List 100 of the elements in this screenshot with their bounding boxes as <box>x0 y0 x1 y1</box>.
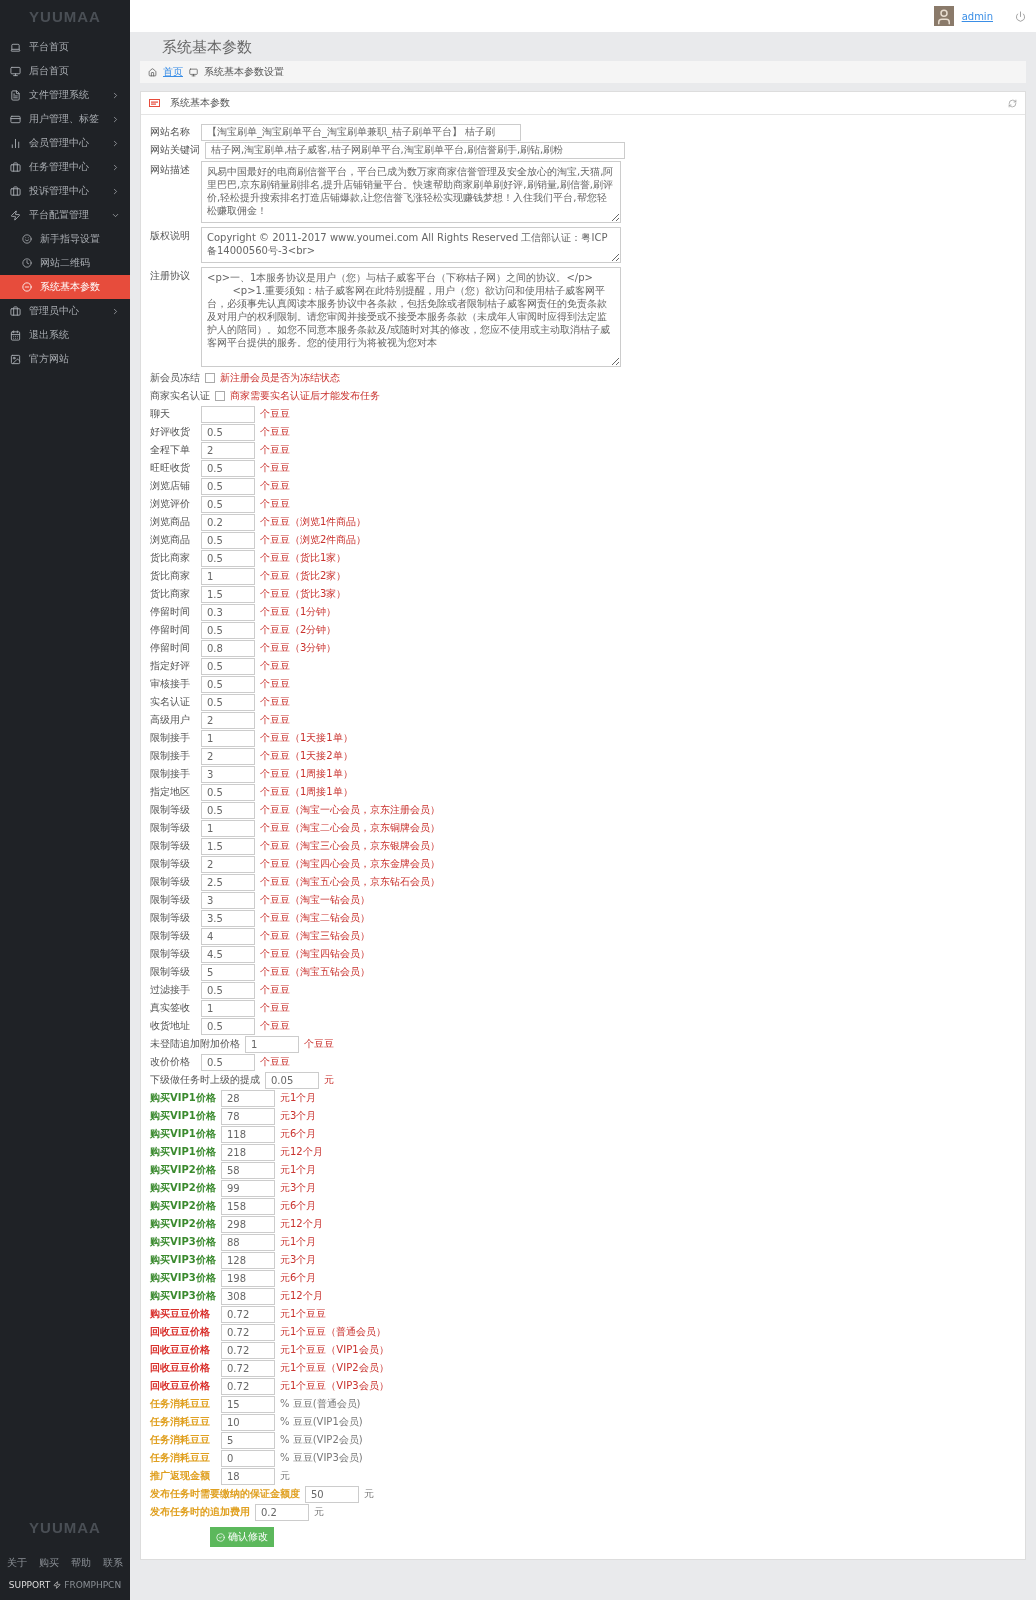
number-field[interactable]: 2 <box>201 711 255 729</box>
number-field[interactable]: 0.5 <box>201 621 255 639</box>
number-field[interactable]: 0.5 <box>201 675 255 693</box>
footer-link[interactable]: 购买 <box>39 1556 59 1570</box>
number-field[interactable]: 5 <box>201 963 255 981</box>
sidebar-item[interactable]: 投诉管理中心 <box>0 179 130 203</box>
sidebar-item[interactable]: 用户管理、标签 <box>0 107 130 131</box>
number-field[interactable]: 1 <box>201 819 255 837</box>
number-field[interactable]: 158 <box>221 1197 275 1215</box>
text-area[interactable]: <p>一、1本服务协议是用户（您）与桔子威客平台（下称桔子网）之间的协议。</p> <p>1.重要须知：桔子威客网在此特别提醒，用户（您）欲访问和使用桔子威客网平台，必须事先认真阅读本服务协议中各条款，包括免除或者限制桔子威客网责任的免责条款及对用户的权利限制。请您审阅并接受或不接受本服务条款（未成年人审阅时应得到法定监护人的陪同）。如您不同意本服务条款及/或随时对其的修改，您应不使用或主动取消桔子威客网平台提供的服务。您的使用行为将被视为您对本 <box>201 267 621 367</box>
home-icon <box>148 67 157 77</box>
checkbox[interactable] <box>215 391 225 401</box>
text-field[interactable]: 【淘宝刷单_淘宝刷单平台_淘宝刷单兼职_桔子刷单平台】 桔子刷 <box>201 123 521 141</box>
text-field[interactable]: 桔子网,淘宝刷单,桔子威客,桔子网刷单平台,淘宝刷单平台,刷信誉刷手,刷钻,刷粉 <box>205 141 625 159</box>
field-label: 购买VIP1价格 <box>150 1145 217 1159</box>
text-area[interactable]: Copyright © 2011-2017 www.youmei.com All Rights Reserved 工信部认证：粤ICP备14000560号-3<br> <box>201 227 621 263</box>
footer-link[interactable]: 联系 <box>103 1556 123 1570</box>
number-field[interactable]: 0.5 <box>201 783 255 801</box>
number-field[interactable]: 0.2 <box>255 1503 309 1521</box>
number-field[interactable]: 0.5 <box>201 693 255 711</box>
number-field[interactable]: 308 <box>221 1287 275 1305</box>
number-field[interactable]: 0.8 <box>201 639 255 657</box>
number-field[interactable]: 1 <box>201 999 255 1017</box>
number-field[interactable]: 4 <box>201 927 255 945</box>
number-field[interactable]: 4.5 <box>201 945 255 963</box>
avatar[interactable] <box>933 6 954 26</box>
refresh-icon[interactable] <box>1008 98 1017 108</box>
number-field[interactable]: 0.5 <box>201 549 255 567</box>
number-field[interactable]: 88 <box>221 1233 275 1251</box>
footer-link[interactable]: 关于 <box>7 1556 27 1570</box>
number-field[interactable]: 3 <box>201 891 255 909</box>
field-label: 停留时间 <box>150 623 191 637</box>
number-field[interactable]: 118 <box>221 1125 275 1143</box>
number-field[interactable]: 1 <box>245 1035 299 1053</box>
briefcase-icon <box>10 161 21 173</box>
breadcrumb-link[interactable]: 首页 <box>163 65 183 79</box>
number-field[interactable]: 10 <box>221 1413 275 1431</box>
number-field[interactable] <box>201 405 255 423</box>
sidebar-item[interactable]: 会员管理中心 <box>0 131 130 155</box>
number-field[interactable]: 0.72 <box>221 1323 275 1341</box>
number-field[interactable]: 50 <box>305 1485 359 1503</box>
number-field[interactable]: 18 <box>221 1467 275 1485</box>
sidebar-item[interactable]: 官方网站 <box>0 347 130 371</box>
sidebar-subitem[interactable]: 网站二维码 <box>0 251 130 275</box>
number-field[interactable]: 3 <box>201 765 255 783</box>
checkbox[interactable] <box>205 373 215 383</box>
number-field[interactable]: 0.5 <box>201 459 255 477</box>
number-field[interactable]: 5 <box>221 1431 275 1449</box>
number-field[interactable]: 0.5 <box>201 477 255 495</box>
number-field[interactable]: 128 <box>221 1251 275 1269</box>
number-field[interactable]: 198 <box>221 1269 275 1287</box>
number-field[interactable]: 1.5 <box>201 837 255 855</box>
footer-link[interactable]: 帮助 <box>71 1556 91 1570</box>
power-icon[interactable] <box>1015 10 1026 22</box>
number-field[interactable]: 0.5 <box>201 981 255 999</box>
number-field[interactable]: 0.5 <box>201 657 255 675</box>
number-field[interactable]: 2 <box>201 747 255 765</box>
number-field[interactable]: 0.3 <box>201 603 255 621</box>
number-field[interactable]: 58 <box>221 1161 275 1179</box>
number-field[interactable]: 15 <box>221 1395 275 1413</box>
sidebar-subitem[interactable]: 系统基本参数 <box>0 275 130 299</box>
number-field[interactable]: 0.5 <box>201 1017 255 1035</box>
field-label: 限制等级 <box>150 821 191 835</box>
number-field[interactable]: 0.72 <box>221 1359 275 1377</box>
number-field[interactable]: 0.5 <box>201 495 255 513</box>
number-field[interactable]: 0.5 <box>201 423 255 441</box>
number-field[interactable]: 0.72 <box>221 1377 275 1395</box>
number-field[interactable]: 2 <box>201 855 255 873</box>
sidebar-item[interactable]: 平台首页 <box>0 35 130 59</box>
number-field[interactable]: 2.5 <box>201 873 255 891</box>
number-field[interactable]: 1.5 <box>201 585 255 603</box>
sidebar-item[interactable]: 后台首页 <box>0 59 130 83</box>
number-field[interactable]: 0 <box>221 1449 275 1467</box>
number-field[interactable]: 0.5 <box>201 801 255 819</box>
number-field[interactable]: 0.72 <box>221 1305 275 1323</box>
number-field[interactable]: 0.05 <box>265 1071 319 1089</box>
unit-label: 元1个豆豆（普通会员） <box>280 1325 387 1339</box>
text-area[interactable]: 风易中国最好的电商刷信誉平台，平台已成为数万家商家信誉管理及安全放心的淘宝,天猫,阿里巴巴,京东刷销量刷排名,提升店铺销量平台。快速帮助商家刷单刷好评,刷销量,刷信誉,刷评价,轻松提升搜索排名打造店铺爆款,让您信誉飞涨轻松实现赚钱梦想！入住我们平台,帮您轻松赚取佣金！ <box>201 161 621 223</box>
sidebar-subitem[interactable]: 新手指导设置 <box>0 227 130 251</box>
field-label: 限制等级 <box>150 839 191 853</box>
number-field[interactable]: 0.5 <box>201 1053 255 1071</box>
number-field[interactable]: 3.5 <box>201 909 255 927</box>
number-field[interactable]: 1 <box>201 729 255 747</box>
number-field[interactable]: 0.72 <box>221 1341 275 1359</box>
number-field[interactable]: 28 <box>221 1089 275 1107</box>
user-link[interactable]: admin <box>961 10 993 22</box>
number-field[interactable]: 298 <box>221 1215 275 1233</box>
sidebar-item[interactable]: 退出系统 <box>0 323 130 347</box>
sidebar-item[interactable]: 任务管理中心 <box>0 155 130 179</box>
image-icon <box>10 353 21 365</box>
number-field[interactable]: 2 <box>201 441 255 459</box>
number-field[interactable]: 0.2 <box>201 513 255 531</box>
number-field[interactable]: 0.5 <box>201 531 255 549</box>
number-field[interactable]: 78 <box>221 1107 275 1125</box>
sidebar-item[interactable]: 文件管理系统 <box>0 83 130 107</box>
number-field[interactable]: 1 <box>201 567 255 585</box>
sidebar-item[interactable]: 平台配置管理 <box>0 203 130 227</box>
sidebar-item[interactable]: 管理员中心 <box>0 299 130 323</box>
number-field[interactable]: 218 <box>221 1143 275 1161</box>
number-field[interactable]: 99 <box>221 1179 275 1197</box>
